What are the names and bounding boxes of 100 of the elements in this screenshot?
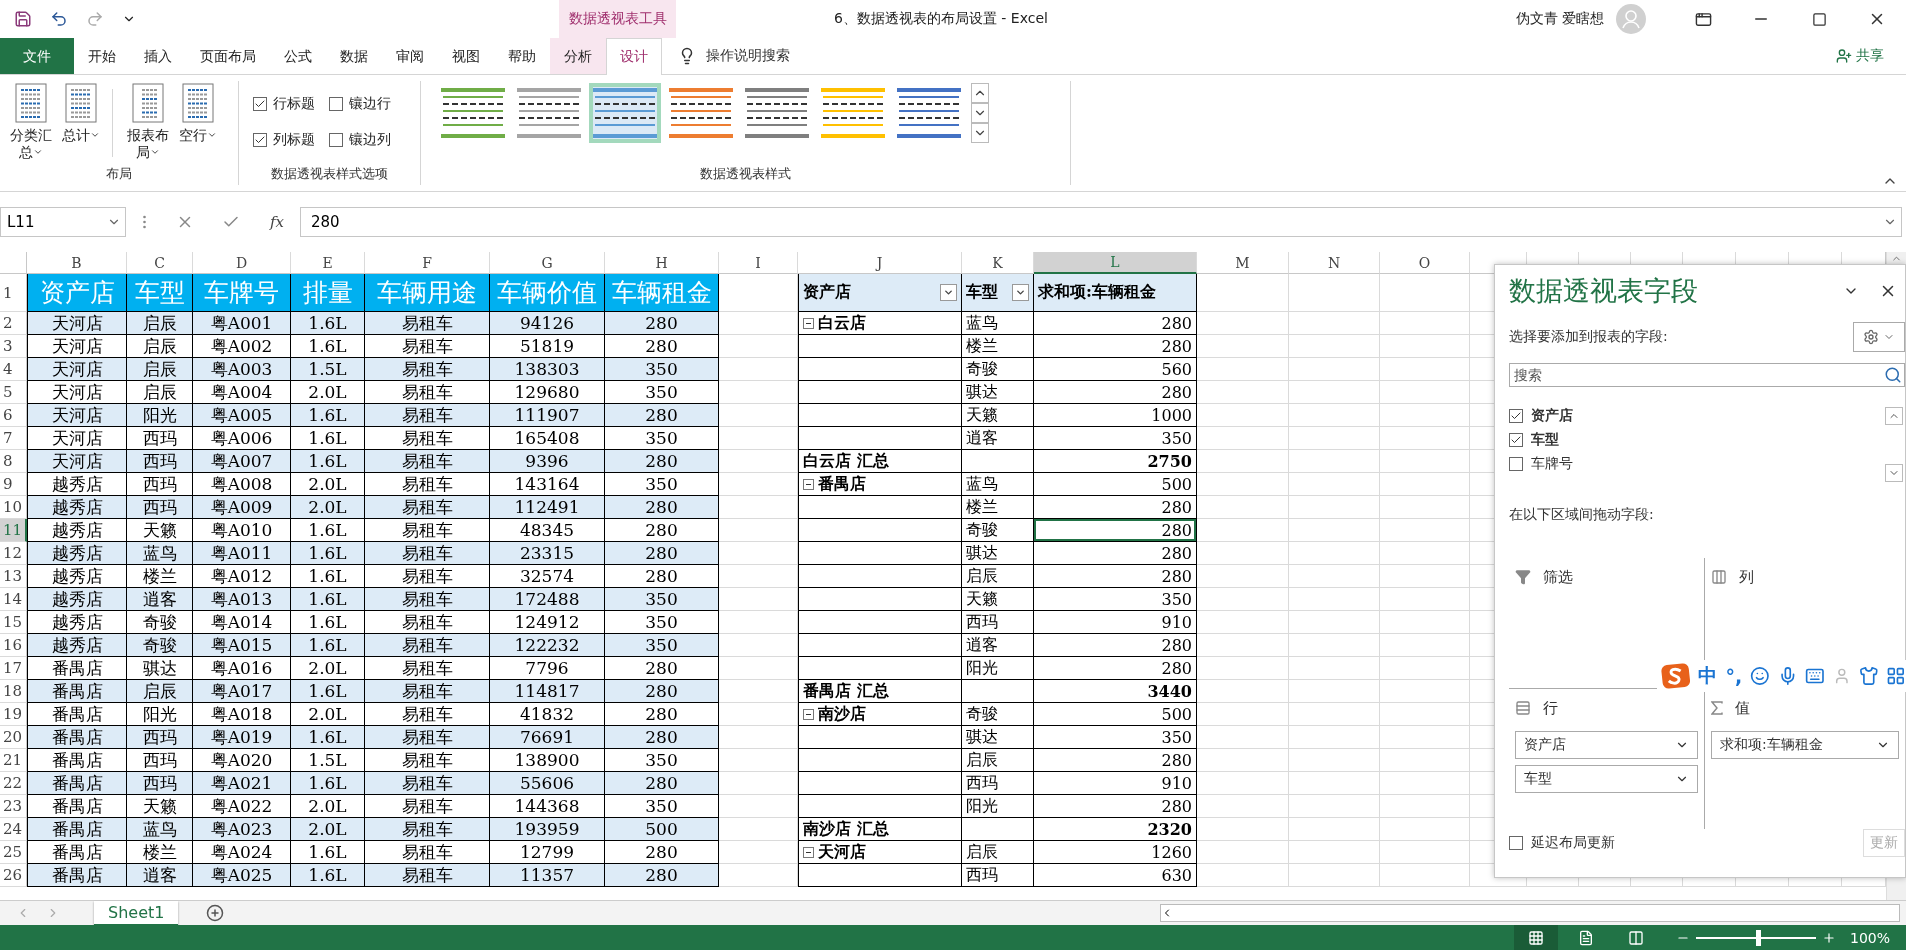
checkbox[interactable] (1509, 432, 1523, 447)
ribbon-tab[interactable]: 插入 (130, 38, 186, 74)
row-number[interactable]: 22 (0, 772, 27, 795)
ribbon-tab[interactable]: 页面布局 (186, 38, 270, 74)
add-sheet-icon[interactable] (206, 904, 225, 922)
name-box[interactable]: L11 (0, 207, 126, 237)
share-button[interactable]: 共享 (1836, 38, 1884, 74)
search-field[interactable]: 搜索 (1509, 362, 1905, 387)
column-letter[interactable]: O (1380, 252, 1470, 274)
tell-me-search[interactable]: 操作说明搜索 (706, 47, 790, 65)
column-letter[interactable]: M (1197, 252, 1289, 274)
field-chip[interactable]: 资产店 (1515, 731, 1698, 759)
checkbox[interactable] (1509, 456, 1523, 471)
checkbox[interactable] (1509, 836, 1523, 850)
collapse-icon[interactable] (803, 478, 814, 490)
row-number[interactable]: 3 (0, 335, 27, 358)
row-number[interactable]: 21 (0, 749, 27, 772)
collapse-icon[interactable] (803, 317, 814, 329)
row-number[interactable]: 6 (0, 404, 27, 427)
column-letter[interactable]: C (127, 252, 193, 274)
ribbon-button[interactable]: 总计 (58, 83, 105, 144)
column-letter[interactable]: J (798, 252, 962, 274)
ribbon-tab[interactable]: 帮助 (494, 38, 550, 74)
row-number[interactable]: 10 (0, 496, 27, 519)
style-thumbnail[interactable] (589, 83, 661, 143)
insert-function-button[interactable]: fx (270, 213, 284, 231)
row-number[interactable]: 24 (0, 818, 27, 841)
ribbon-button[interactable]: 空行 (175, 83, 222, 144)
column-letter[interactable]: B (27, 252, 127, 274)
field-chip[interactable]: 求和项:车辆租金 (1711, 731, 1899, 759)
row-number[interactable]: 8 (0, 450, 27, 473)
row-number[interactable]: 18 (0, 680, 27, 703)
undo-icon[interactable] (50, 10, 68, 28)
field-chip[interactable]: 车型 (1515, 765, 1698, 793)
row-number[interactable]: 4 (0, 358, 27, 381)
collapse-icon[interactable] (803, 708, 814, 720)
grid-icon[interactable] (1886, 666, 1906, 686)
column-letter[interactable]: L (1034, 252, 1197, 274)
column-letter[interactable]: I (719, 252, 798, 274)
shirt-icon[interactable] (1858, 666, 1879, 686)
input-mode[interactable]: 中 (1698, 663, 1718, 689)
column-letter[interactable]: D (193, 252, 291, 274)
column-letter[interactable]: N (1289, 252, 1380, 274)
row-number[interactable]: 14 (0, 588, 27, 611)
row-number[interactable]: 16 (0, 634, 27, 657)
row-number[interactable]: 12 (0, 542, 27, 565)
checkbox[interactable] (1509, 408, 1523, 423)
ribbon-tab[interactable]: 分析 (550, 38, 606, 74)
ribbon-tab[interactable]: 公式 (270, 38, 326, 74)
formula-input[interactable]: 280 (300, 207, 1902, 237)
save-icon[interactable] (14, 10, 32, 28)
checkbox[interactable] (329, 133, 343, 147)
settings-button[interactable] (1853, 321, 1905, 352)
ribbon-tab[interactable]: 审阅 (382, 38, 438, 74)
ribbon-tab[interactable]: 数据 (326, 38, 382, 74)
checkbox-label: 延迟布局更新 (1531, 834, 1615, 852)
filter-button[interactable] (1012, 284, 1029, 301)
horizontal-scrollbar[interactable] (1160, 904, 1900, 922)
row-number[interactable]: 23 (0, 795, 27, 818)
row-number[interactable]: 15 (0, 611, 27, 634)
punctuation-mode[interactable]: °, (1725, 665, 1743, 687)
row-number[interactable]: 1 (0, 274, 27, 312)
checkbox[interactable] (253, 133, 267, 147)
ribbon-tab[interactable]: 设计 (606, 38, 662, 75)
view-button[interactable] (1513, 925, 1558, 950)
row-number[interactable]: 20 (0, 726, 27, 749)
ribbon-button[interactable]: 分类汇总 (4, 83, 59, 161)
row-number[interactable]: 9 (0, 473, 27, 496)
checkbox[interactable] (329, 97, 343, 111)
table-cell: 粤A008 (193, 473, 291, 496)
checkbox[interactable] (253, 97, 267, 111)
emoji-icon[interactable] (1750, 666, 1770, 686)
ribbon-button[interactable]: 报表布局 (121, 83, 176, 161)
table-cell: 350 (605, 473, 719, 496)
table-cell: 粤A004 (193, 381, 291, 404)
table-cell: 天籁 (127, 519, 193, 542)
row-number[interactable]: 11 (0, 519, 27, 542)
row-number[interactable]: 25 (0, 841, 27, 864)
ribbon-tab[interactable]: 文件 (0, 38, 74, 74)
column-letter[interactable]: K (962, 252, 1034, 274)
zoom-in-icon[interactable] (1821, 930, 1836, 945)
filter-button[interactable] (940, 284, 957, 301)
row-number[interactable]: 13 (0, 565, 27, 588)
maximize-icon[interactable] (1811, 11, 1827, 27)
ribbon-tab[interactable]: 视图 (438, 38, 494, 74)
row-number[interactable]: 5 (0, 381, 27, 404)
row-number[interactable]: 26 (0, 864, 27, 887)
sheet-tab[interactable]: Sheet1 (94, 900, 179, 926)
collapse-icon[interactable] (803, 846, 814, 858)
keyboard-icon[interactable] (1805, 666, 1826, 686)
row-number[interactable]: 7 (0, 427, 27, 450)
ribbon-tab[interactable]: 开始 (74, 38, 130, 74)
column-letter[interactable]: F (365, 252, 490, 274)
column-letter[interactable]: G (490, 252, 605, 274)
column-letter[interactable]: E (291, 252, 365, 274)
row-number[interactable]: 19 (0, 703, 27, 726)
row-number[interactable]: 2 (0, 312, 27, 335)
ribbon-display-icon[interactable] (1694, 10, 1712, 28)
row-number[interactable]: 17 (0, 657, 27, 680)
column-letter[interactable]: H (605, 252, 719, 274)
